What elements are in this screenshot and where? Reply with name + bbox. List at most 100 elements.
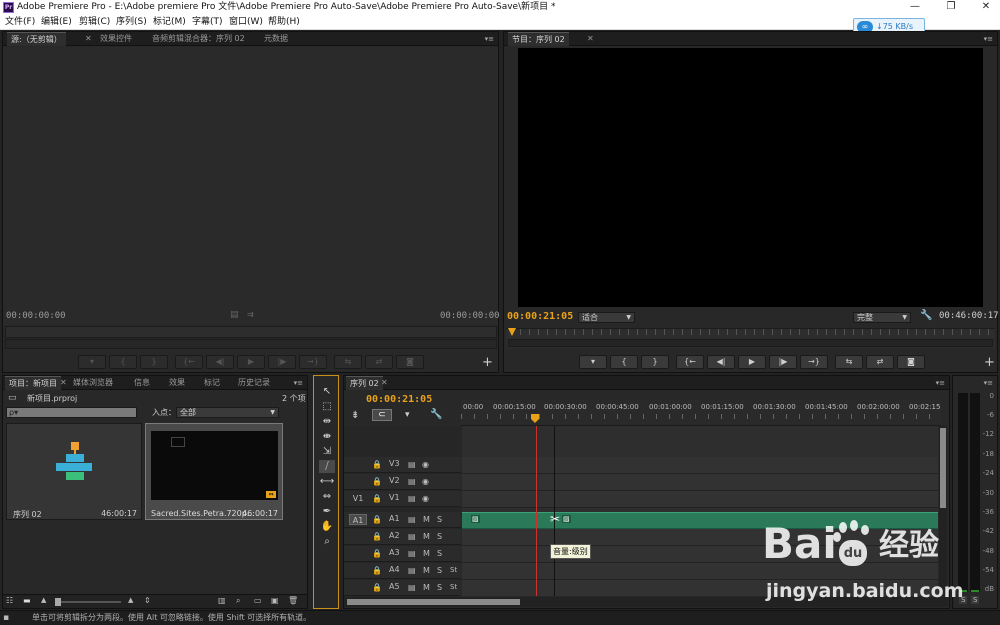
tab-markers[interactable]: 标记 xyxy=(200,376,224,390)
tab-source[interactable]: 源:（无剪辑） xyxy=(7,32,66,46)
find-icon[interactable]: ⌕ xyxy=(236,596,240,606)
overwrite-button[interactable]: ⇄ xyxy=(365,355,393,369)
selection-tool-icon[interactable]: ↖ xyxy=(319,385,335,398)
playhead-icon[interactable] xyxy=(531,414,539,423)
mute-button[interactable]: M xyxy=(423,531,430,542)
zoom-in-icon[interactable]: ▲ xyxy=(128,596,133,604)
source-patch-a1[interactable]: A1 xyxy=(349,514,367,525)
list-view-icon[interactable]: ☷ xyxy=(6,596,13,605)
mark-in-button[interactable]: { xyxy=(610,355,638,369)
mark-in-button[interactable]: { xyxy=(109,355,137,369)
menu-window[interactable]: 窗口(W) xyxy=(229,15,263,30)
step-forward-button[interactable]: |▶ xyxy=(769,355,797,369)
slip-tool-icon[interactable]: ⟷ xyxy=(319,475,335,488)
new-bin-icon[interactable]: ▭ xyxy=(254,596,262,605)
track-select-tool-icon[interactable]: ⬚ xyxy=(319,400,335,413)
tab-project[interactable]: 项目：新项目 xyxy=(5,376,61,390)
minimize-button[interactable]: — xyxy=(903,0,927,15)
tab-audio-clip-mixer[interactable]: 音频剪辑混合器：序列 02 xyxy=(148,32,249,46)
tab-effect-controls[interactable]: 效果控件 xyxy=(96,32,136,46)
play-button[interactable]: ▶ xyxy=(237,355,265,369)
slide-tool-icon[interactable]: ⇔ xyxy=(319,490,335,503)
source-zoom-bar[interactable] xyxy=(5,339,497,349)
tab-sequence[interactable]: 序列 02 xyxy=(346,376,383,390)
timeline-ruler[interactable]: 00:00 00:00:15:00 00:00:30:00 00:00:45:0… xyxy=(461,400,941,426)
add-button-icon[interactable]: + xyxy=(984,355,995,370)
voice-over-button[interactable]: St xyxy=(450,582,457,593)
sync-lock-icon[interactable]: ▤ xyxy=(408,493,416,504)
add-button-icon[interactable]: + xyxy=(482,355,493,370)
menu-help[interactable]: 帮助(H) xyxy=(268,15,300,30)
automate-icon[interactable]: ▥ xyxy=(218,596,226,605)
panel-menu-icon[interactable]: ▾≡ xyxy=(984,377,993,389)
go-to-out-button[interactable]: →} xyxy=(299,355,327,369)
restore-button[interactable]: ❐ xyxy=(939,0,963,15)
sync-lock-icon[interactable]: ▤ xyxy=(408,548,416,559)
menu-file[interactable]: 文件(F) xyxy=(5,15,35,30)
mute-button[interactable]: M xyxy=(423,514,430,525)
rate-stretch-tool-icon[interactable]: ⇲ xyxy=(319,445,335,458)
lock-icon[interactable]: 🔒 xyxy=(372,459,382,470)
sync-lock-icon[interactable]: ▤ xyxy=(408,531,416,542)
search-input[interactable]: ρ▾ xyxy=(6,407,137,418)
eye-icon[interactable]: ◉ xyxy=(422,476,429,487)
pen-tool-icon[interactable]: ✒ xyxy=(319,505,335,518)
nest-icon[interactable]: ⇟ xyxy=(351,410,359,421)
snap-icon[interactable]: ⊂ xyxy=(372,409,392,421)
close-icon[interactable]: ✕ xyxy=(60,376,67,390)
mute-button[interactable]: M xyxy=(423,565,430,576)
zoom-out-icon[interactable]: ▲ xyxy=(41,596,46,604)
menu-title[interactable]: 字幕(T) xyxy=(192,15,223,30)
timeline-timecode[interactable]: 00:00:21:05 xyxy=(366,394,432,405)
razor-tool-icon[interactable]: ⧸ xyxy=(319,460,335,473)
tab-info[interactable]: 信息 xyxy=(130,376,154,390)
rolling-edit-tool-icon[interactable]: ⇼ xyxy=(319,430,335,443)
sync-lock-icon[interactable]: ▤ xyxy=(408,459,416,470)
lock-icon[interactable]: 🔒 xyxy=(372,531,382,542)
sort-icon[interactable]: ⇕ xyxy=(144,596,151,605)
add-marker-button[interactable]: ▾ xyxy=(78,355,106,369)
eye-icon[interactable]: ◉ xyxy=(422,459,429,470)
new-item-icon[interactable]: ▣ xyxy=(271,596,279,605)
insert-button[interactable]: ⇆ xyxy=(334,355,362,369)
close-icon[interactable]: ✕ xyxy=(85,32,92,46)
hand-tool-icon[interactable]: ✋ xyxy=(319,520,335,533)
tab-metadata[interactable]: 元数据 xyxy=(260,32,292,46)
mark-out-button[interactable]: } xyxy=(140,355,168,369)
menu-marker[interactable]: 标记(M) xyxy=(153,15,186,30)
voice-over-button[interactable]: St xyxy=(450,565,457,576)
export-frame-button[interactable]: ◙ xyxy=(897,355,925,369)
lock-icon[interactable]: 🔒 xyxy=(372,514,382,525)
close-icon[interactable]: ✕ xyxy=(381,376,388,390)
ripple-edit-tool-icon[interactable]: ⇹ xyxy=(319,415,335,428)
source-time-ruler[interactable] xyxy=(5,326,497,338)
solo-button[interactable]: S xyxy=(437,565,442,576)
step-back-button[interactable]: ◀| xyxy=(707,355,735,369)
mute-button[interactable]: M xyxy=(423,582,430,593)
play-button[interactable]: ▶ xyxy=(738,355,766,369)
project-item-clip[interactable]: ⇔ Sacred.Sites.Petra.720p... 46:00:17 xyxy=(145,423,283,520)
program-time-ruler[interactable] xyxy=(506,328,995,348)
in-point-dropdown[interactable]: 全部 ▼ xyxy=(176,407,279,418)
sync-lock-icon[interactable]: ▤ xyxy=(408,582,416,593)
source-timecode-current[interactable]: 00:00:00:00 xyxy=(6,311,66,321)
go-to-in-button[interactable]: {← xyxy=(676,355,704,369)
fit-dropdown[interactable]: 适合 ▼ xyxy=(578,312,635,323)
solo-button[interactable]: S xyxy=(437,582,442,593)
export-frame-icon[interactable]: ⇉ xyxy=(247,310,254,319)
icon-view-icon[interactable]: ▬ xyxy=(23,596,31,605)
lock-icon[interactable]: 🔒 xyxy=(372,493,382,504)
program-timecode-current[interactable]: 00:00:21:05 xyxy=(507,311,573,322)
solo-button[interactable]: S xyxy=(437,531,442,542)
solo-button[interactable]: S xyxy=(437,514,442,525)
tab-history[interactable]: 历史记录 xyxy=(234,376,274,390)
lock-icon[interactable]: 🔒 xyxy=(372,476,382,487)
export-frame-button[interactable]: ◙ xyxy=(396,355,424,369)
zoom-slider[interactable] xyxy=(55,598,121,606)
add-marker-icon[interactable]: ▾ xyxy=(405,410,410,420)
step-forward-button[interactable]: |▶ xyxy=(268,355,296,369)
panel-menu-icon[interactable]: ▾≡ xyxy=(485,33,494,45)
menu-sequence[interactable]: 序列(S) xyxy=(116,15,147,30)
sync-lock-icon[interactable]: ▤ xyxy=(408,514,416,525)
panel-menu-icon[interactable]: ▾≡ xyxy=(984,33,993,45)
